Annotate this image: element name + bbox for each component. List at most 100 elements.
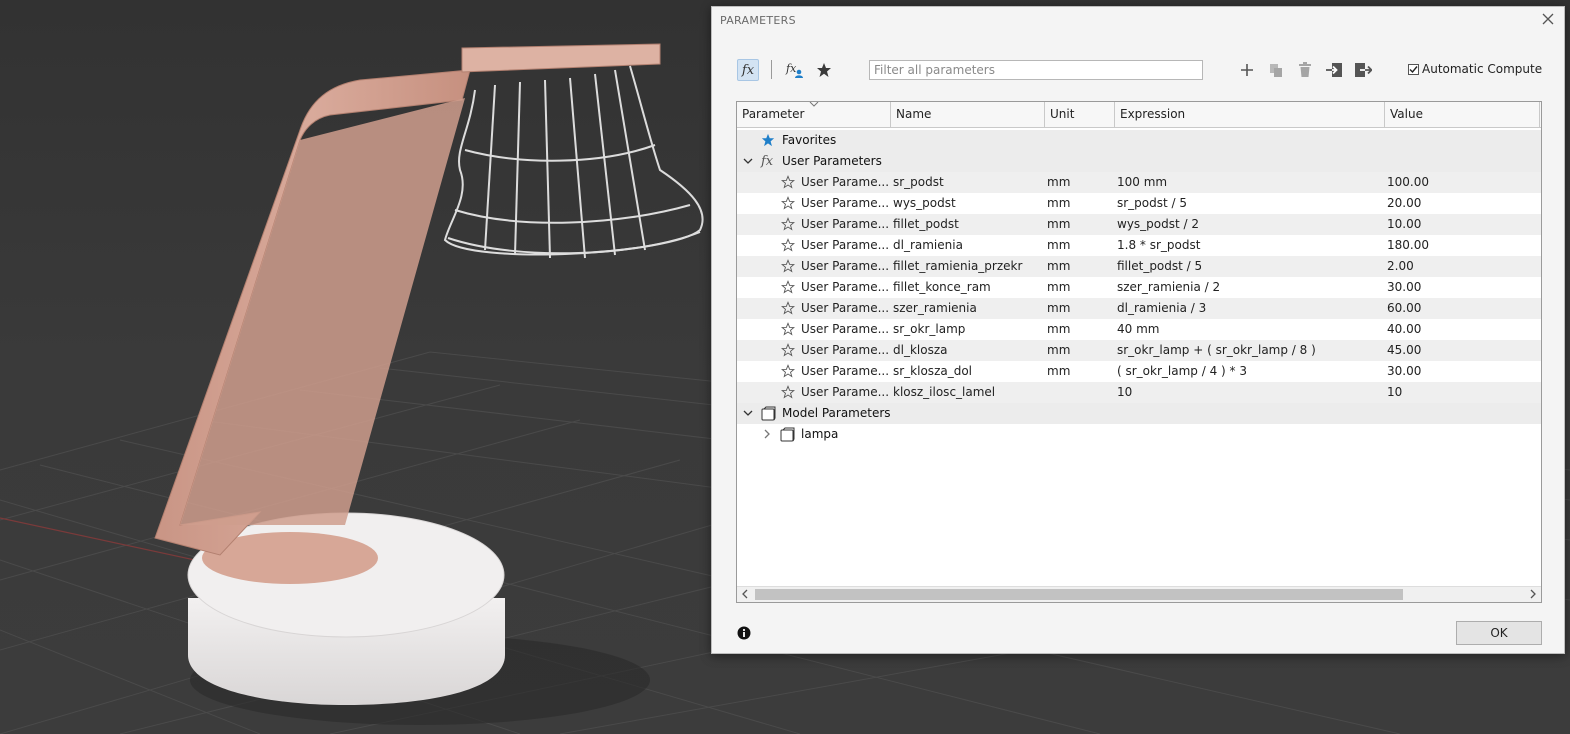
value-cell: 45.00 — [1387, 343, 1422, 357]
name-cell[interactable]: dl_ramienia — [893, 235, 1043, 256]
unit-cell: mm — [1047, 280, 1071, 294]
parameter-cell: User Parame... — [801, 175, 889, 189]
name-cell[interactable]: klosz_ilosc_lamel — [893, 382, 1043, 403]
expression-cell[interactable]: 10 — [1117, 382, 1382, 403]
value-cell: 20.00 — [1387, 196, 1422, 210]
table-row[interactable]: User Parame... dl_klosza mm sr_okr_lamp + (… — [737, 340, 1541, 361]
column-label: Name — [896, 107, 932, 121]
value-cell: 30.00 — [1387, 280, 1422, 294]
name-cell[interactable]: szer_ramienia — [893, 298, 1043, 319]
user-parameters-group-row[interactable]: fx User Parameters — [737, 151, 1541, 172]
star-outline-icon[interactable] — [780, 364, 796, 378]
import-icon[interactable] — [1323, 59, 1345, 81]
export-icon[interactable] — [1352, 59, 1374, 81]
ok-button[interactable]: OK — [1456, 621, 1542, 645]
expression-cell[interactable]: fillet_podst / 5 — [1117, 256, 1382, 277]
table-row[interactable]: User Parame... sr_okr_lamp mm 40 mm 40.00 — [737, 319, 1541, 340]
column-header-name[interactable]: Name — [891, 102, 1045, 127]
scroll-right-icon[interactable] — [1528, 589, 1538, 599]
unit-cell: mm — [1047, 175, 1071, 189]
name-cell[interactable]: sr_klosza_dol — [893, 361, 1043, 382]
favorites-label: Favorites — [782, 133, 837, 147]
scroll-left-icon[interactable] — [740, 589, 750, 599]
star-outline-icon[interactable] — [780, 322, 796, 336]
plus-icon[interactable] — [1236, 59, 1258, 81]
chevron-down-icon[interactable] — [743, 156, 753, 166]
column-header-unit[interactable]: Unit — [1045, 102, 1115, 127]
fx-icon[interactable]: fx — [737, 59, 759, 81]
star-outline-icon[interactable] — [780, 196, 796, 210]
automatic-compute-label: Automatic Compute — [1422, 62, 1543, 76]
chevron-right-icon[interactable] — [762, 429, 772, 439]
table-row[interactable]: User Parame... fillet_konce_ram mm szer_ram… — [737, 277, 1541, 298]
star-outline-icon[interactable] — [780, 175, 796, 189]
filter-input[interactable] — [869, 60, 1203, 80]
star-outline-icon[interactable] — [780, 385, 796, 399]
expression-cell[interactable]: 1.8 * sr_podst — [1117, 235, 1382, 256]
parameter-cell: User Parame... — [801, 280, 889, 294]
scrollbar-thumb[interactable] — [755, 589, 1403, 600]
svg-text:fx: fx — [785, 62, 797, 75]
expression-cell[interactable]: dl_ramienia / 3 — [1117, 298, 1382, 319]
chevron-down-icon[interactable] — [743, 408, 753, 418]
column-header-value[interactable]: Value — [1385, 102, 1540, 127]
toolbar-separator — [771, 60, 772, 79]
table-row[interactable]: User Parame... sr_klosza_dol mm ( sr_okr_la… — [737, 361, 1541, 382]
table-row[interactable]: User Parame... sr_podst mm 100 mm 100.00 — [737, 172, 1541, 193]
table-row[interactable]: User Parame... szer_ramienia mm dl_ramienia… — [737, 298, 1541, 319]
expression-cell[interactable]: 100 mm — [1117, 172, 1382, 193]
name-cell[interactable]: sr_podst — [893, 172, 1043, 193]
value-cell: 10 — [1387, 385, 1403, 399]
name-cell[interactable]: fillet_konce_ram — [893, 277, 1043, 298]
fx-user-icon[interactable]: fx — [784, 59, 806, 81]
name-cell[interactable]: wys_podst — [893, 193, 1043, 214]
star-outline-icon[interactable] — [780, 301, 796, 315]
column-header-expression[interactable]: Expression — [1115, 102, 1385, 127]
table-row[interactable]: User Parame... fillet_podst mm wys_podst / … — [737, 214, 1541, 235]
copy-icon[interactable] — [1265, 59, 1287, 81]
expression-cell[interactable]: sr_okr_lamp + ( sr_okr_lamp / 8 ) — [1117, 340, 1382, 361]
star-outline-icon[interactable] — [780, 238, 796, 252]
horizontal-scrollbar[interactable] — [737, 586, 1541, 602]
parameters-table: Parameter Name Unit Expression Value Fav… — [736, 101, 1542, 603]
expression-cell[interactable]: 40 mm — [1117, 319, 1382, 340]
table-row[interactable]: User Parame... wys_podst mm sr_podst / 5 20.… — [737, 193, 1541, 214]
dialog-title: PARAMETERS — [720, 14, 796, 27]
expression-cell[interactable]: ( sr_okr_lamp / 4 ) * 3 — [1117, 361, 1382, 382]
parameter-cell: User Parame... — [801, 385, 889, 399]
parameter-cell: User Parame... — [801, 364, 889, 378]
name-cell[interactable]: sr_okr_lamp — [893, 319, 1043, 340]
checkbox-icon[interactable] — [1408, 63, 1419, 75]
table-row[interactable]: User Parame... dl_ramienia mm 1.8 * sr_pods… — [737, 235, 1541, 256]
star-icon[interactable] — [813, 59, 835, 81]
unit-cell: mm — [1047, 238, 1071, 252]
expression-cell[interactable]: wys_podst / 2 — [1117, 214, 1382, 235]
name-cell[interactable]: dl_klosza — [893, 340, 1043, 361]
unit-cell: mm — [1047, 343, 1071, 357]
expression-cell[interactable]: szer_ramienia / 2 — [1117, 277, 1382, 298]
table-row[interactable]: User Parame... klosz_ilosc_lamel 10 10 — [737, 382, 1541, 403]
favorites-group-row[interactable]: Favorites — [737, 130, 1541, 151]
close-icon[interactable] — [1540, 11, 1556, 27]
star-outline-icon[interactable] — [780, 343, 796, 357]
name-cell[interactable]: fillet_ramienia_przekr — [893, 256, 1043, 277]
unit-cell: mm — [1047, 196, 1071, 210]
name-cell[interactable]: fillet_podst — [893, 214, 1043, 235]
star-outline-icon[interactable] — [780, 259, 796, 273]
automatic-compute-checkbox[interactable]: Automatic Compute — [1408, 62, 1542, 76]
parameter-cell: User Parame... — [801, 196, 889, 210]
parameters-dialog: PARAMETERS fx fx Filter all parameters A… — [711, 6, 1565, 654]
fx-icon: fx — [761, 154, 774, 169]
star-outline-icon[interactable] — [780, 280, 796, 294]
column-header-parameter[interactable]: Parameter — [737, 102, 891, 127]
info-icon[interactable] — [737, 626, 751, 640]
star-outline-icon[interactable] — [780, 217, 796, 231]
trash-icon[interactable] — [1294, 59, 1316, 81]
table-row[interactable]: User Parame... fillet_ramienia_przekr mm fi… — [737, 256, 1541, 277]
model-parameters-group-row[interactable]: Model Parameters — [737, 403, 1541, 424]
expression-cell[interactable]: sr_podst / 5 — [1117, 193, 1382, 214]
parameter-cell: User Parame... — [801, 259, 889, 273]
user-parameters-label: User Parameters — [782, 154, 882, 168]
unit-cell: mm — [1047, 364, 1071, 378]
model-component-row[interactable]: lampa — [737, 424, 1541, 445]
